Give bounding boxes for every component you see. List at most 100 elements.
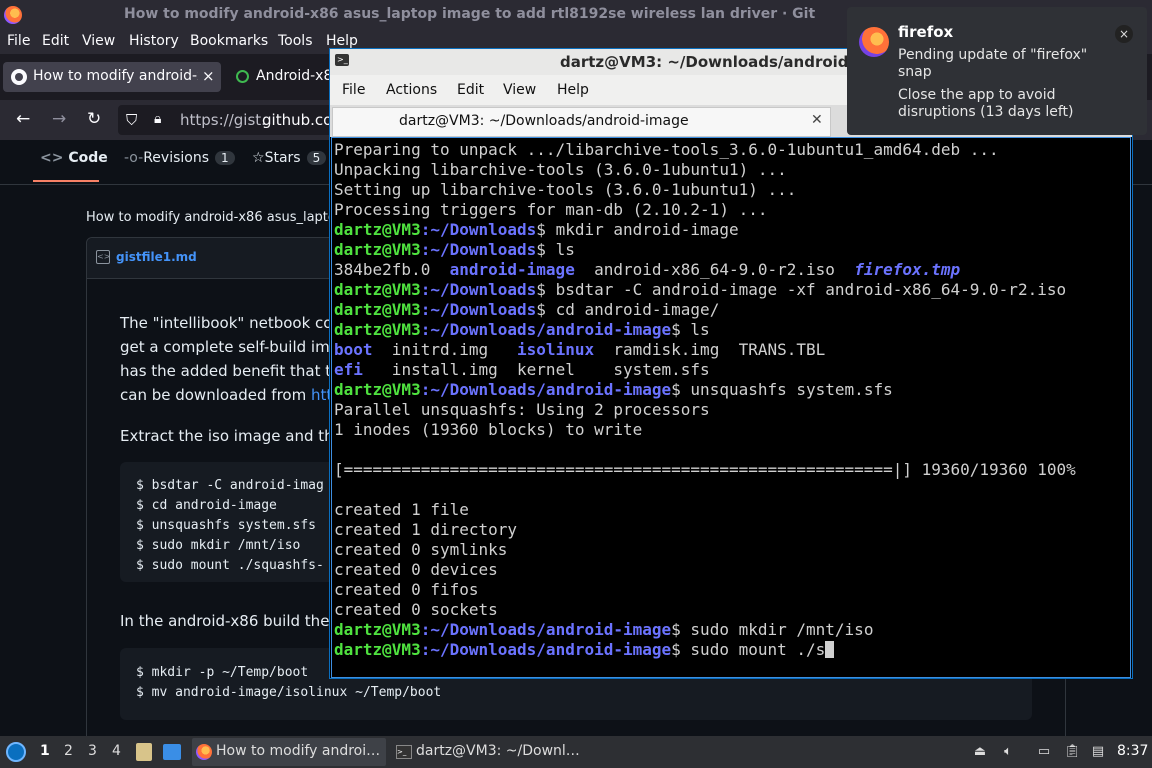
firefox-logo-icon (196, 744, 212, 760)
file-manager-icon[interactable] (136, 743, 152, 761)
star-icon: ☆ (252, 150, 265, 166)
terminal-window: >_ dartz@VM3: ~/Downloads/android- File … (329, 48, 1133, 679)
terminal-output[interactable]: Preparing to unpack .../libarchive-tools… (331, 137, 1131, 678)
terminal-line: created 0 sockets (334, 600, 498, 619)
command: $ mkdir android-image (536, 220, 739, 239)
eject-icon[interactable]: ⏏ (972, 744, 988, 760)
start-menu-icon[interactable] (6, 742, 26, 762)
command: $ sudo mount ./s (671, 640, 826, 659)
code-icon: <> (40, 150, 64, 166)
menu-bookmarks[interactable]: Bookmarks (190, 33, 268, 49)
terminal-line: created 1 directory (334, 520, 518, 539)
prompt-user: dartz@VM3 (334, 280, 421, 299)
terminal-line: created 1 file (334, 500, 469, 519)
stars-count: 5 (306, 151, 327, 165)
command: $ bsdtar -C android-image -xf android-x8… (536, 280, 1067, 299)
terminal-line: Unpacking libarchive-tools (3.6.0-1ubunt… (334, 160, 787, 179)
progress-line: [=======================================… (334, 460, 1076, 479)
terminal-menu-view[interactable]: View (503, 82, 536, 98)
notification-close-icon[interactable]: × (1115, 25, 1133, 43)
terminal-icon: >_ (335, 54, 349, 66)
page-scrollbar[interactable] (1140, 185, 1152, 736)
command: $ ls (536, 240, 575, 259)
workspace-3[interactable]: 3 (88, 743, 97, 759)
tab-gist[interactable]: How to modify android-x8 × (3, 62, 221, 92)
prompt-path: :~/Downloads (420, 240, 537, 259)
gist-title: How to modify android-x86 asus_laptop (86, 210, 345, 225)
active-tab-indicator (33, 180, 99, 182)
back-icon[interactable]: ← (16, 109, 30, 129)
task-firefox[interactable]: How to modify androi… (192, 738, 386, 766)
terminal-line: dartz@VM3:~/Downloads/android-image$ sud… (334, 620, 873, 639)
clock[interactable]: 8:37 (1117, 743, 1148, 759)
workspace-4[interactable]: 4 (112, 743, 121, 759)
ls-dir: efi (334, 360, 363, 379)
terminal-line: efi install.img kernel system.sfs (334, 360, 710, 379)
network-icon[interactable]: ▭ (1036, 744, 1052, 760)
terminal-line-current: dartz@VM3:~/Downloads/android-image$ sud… (334, 640, 835, 659)
notification-popup[interactable]: firefox Pending update of "firefox" snap… (847, 7, 1147, 135)
tab-stars-label: Stars (264, 150, 301, 166)
menu-history[interactable]: History (129, 33, 179, 49)
task-terminal[interactable]: >_ dartz@VM3: ~/Downl… (392, 738, 588, 766)
clipboard-icon[interactable]: 📋︎ (1064, 744, 1081, 760)
terminal-menu-actions[interactable]: Actions (386, 82, 437, 98)
menu-tools[interactable]: Tools (278, 33, 313, 49)
terminal-icon: >_ (396, 745, 412, 759)
tab-revisions[interactable]: -o-Revisions 1 (124, 150, 235, 166)
tab-code[interactable]: <> Code (40, 150, 108, 166)
terminal-line: dartz@VM3:~/Downloads$ ls (334, 240, 575, 259)
prompt-user: dartz@VM3 (334, 220, 421, 239)
terminal-title: dartz@VM3: ~/Downloads/android- (560, 53, 855, 71)
workspace-2[interactable]: 2 (64, 743, 73, 759)
terminal-menu-help[interactable]: Help (557, 82, 589, 98)
menu-view[interactable]: View (82, 33, 115, 49)
terminal-line: Parallel unsquashfs: Using 2 processors (334, 400, 710, 419)
task-firefox-label: How to modify androi… (216, 743, 381, 759)
ls-entry: initrd.img (372, 340, 518, 359)
workspace-1[interactable]: 1 (40, 743, 50, 759)
command: $ sudo mkdir /mnt/iso (671, 620, 874, 639)
terminal-menu-file[interactable]: File (342, 82, 365, 98)
notification-tray-icon[interactable]: ▤ (1090, 744, 1106, 760)
code-line: $ sudo mkdir /mnt/iso (136, 538, 301, 553)
terminal-tab-close-icon[interactable]: ✕ (811, 112, 823, 128)
code-line: $ bsdtar -C android-imag (136, 478, 324, 493)
terminal-line: dartz@VM3:~/Downloads$ mkdir android-ima… (334, 220, 739, 239)
terminal-line: dartz@VM3:~/Downloads$ bsdtar -C android… (334, 280, 1066, 299)
prompt-user: dartz@VM3 (334, 620, 421, 639)
prompt-path: :~/Downloads (420, 280, 537, 299)
prompt-user: dartz@VM3 (334, 320, 421, 339)
firefox-logo-icon (4, 6, 22, 24)
prompt-user: dartz@VM3 (334, 240, 421, 259)
prompt-path: :~/Downloads/android-image (420, 620, 672, 639)
url-host: github.co (262, 111, 333, 129)
volume-icon[interactable]: 🔈︎ (1000, 744, 1016, 760)
taskbar: 1 2 3 4 How to modify androi… >_ dartz@V… (0, 736, 1152, 768)
terminal-line: created 0 devices (334, 560, 498, 579)
menu-help[interactable]: Help (326, 33, 358, 49)
tab-stars[interactable]: ☆Stars 5 (252, 150, 327, 166)
revisions-icon: -o- (124, 150, 144, 166)
terminal-line: Preparing to unpack .../libarchive-tools… (334, 140, 999, 159)
tab-android-label: Android-x8 (256, 68, 330, 84)
github-icon (11, 69, 27, 85)
paragraph-text: In the android-x86 build the (120, 612, 330, 630)
menu-edit[interactable]: Edit (42, 33, 69, 49)
shield-icon[interactable]: ⛉ (126, 111, 137, 129)
code-line: $ sudo mount ./squashfs- (136, 558, 324, 573)
terminal-menu-edit[interactable]: Edit (457, 82, 484, 98)
gist-filename[interactable]: gistfile1.md (116, 250, 197, 264)
tab-close-icon[interactable]: × (202, 67, 215, 85)
show-desktop-icon[interactable] (163, 744, 181, 760)
menu-file[interactable]: File (7, 33, 30, 49)
lock-icon[interactable]: 🔒︎ (154, 111, 161, 127)
url-prefix: https://gist. (180, 111, 266, 129)
tab-android-x86[interactable]: Android-x8 (226, 62, 330, 92)
terminal-tab[interactable]: dartz@VM3: ~/Downloads/android-image ✕ (332, 107, 831, 137)
reload-icon[interactable]: ↻ (87, 109, 101, 129)
paragraph-line: can be downloaded from http: (120, 386, 347, 404)
paragraph-extract: Extract the iso image and the (120, 427, 343, 445)
paragraph-text: can be downloaded from (120, 386, 311, 404)
forward-icon[interactable]: → (52, 109, 66, 129)
